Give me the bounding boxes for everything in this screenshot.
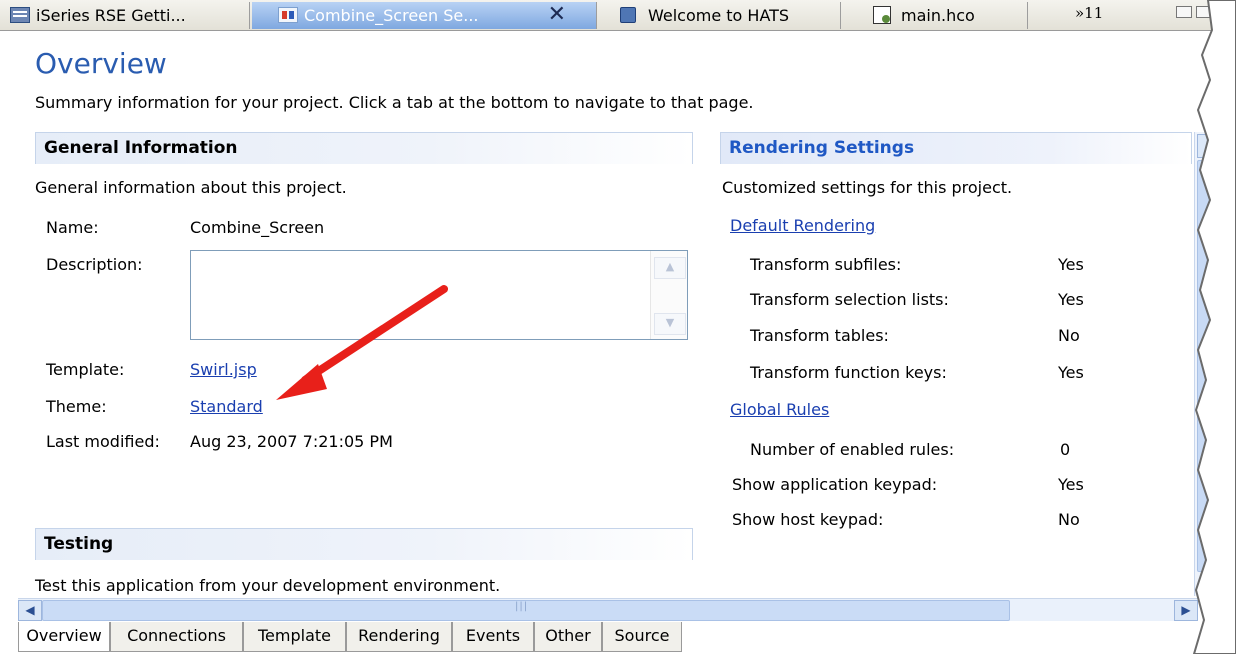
hco-file-icon: [873, 6, 891, 24]
show-app-keypad-value: Yes: [1058, 475, 1084, 494]
transform-function-keys-value: Yes: [1058, 363, 1084, 382]
transform-subfiles-value: Yes: [1058, 255, 1084, 274]
description-label: Description:: [46, 255, 143, 274]
transform-function-keys-label: Transform function keys:: [750, 363, 947, 382]
tab-iseries-rse[interactable]: iSeries RSE Getti...: [0, 2, 250, 29]
show-host-keypad-value: No: [1058, 510, 1080, 529]
transform-subfiles-label: Transform subfiles:: [750, 255, 902, 274]
minimize-icon[interactable]: [1176, 6, 1192, 18]
transform-tables-value: No: [1058, 326, 1080, 345]
scroll-left-icon[interactable]: ◀: [18, 600, 42, 621]
hats-icon: [620, 7, 636, 23]
tab-label: Welcome to HATS: [648, 6, 790, 25]
description-field[interactable]: ▲ ▼: [190, 250, 688, 340]
tab-label: Combine_Screen Se...: [304, 6, 479, 25]
name-value: Combine_Screen: [190, 218, 325, 237]
tab-welcome-hats[interactable]: Welcome to HATS: [598, 2, 841, 29]
tab-label: iSeries RSE Getti...: [36, 6, 186, 25]
tab-overflow-count[interactable]: »11: [1075, 4, 1103, 22]
template-link[interactable]: Swirl.jsp: [190, 360, 257, 379]
last-modified-label: Last modified:: [46, 432, 160, 451]
global-rules-link[interactable]: Global Rules: [730, 400, 829, 419]
tab-connections[interactable]: Connections: [110, 622, 243, 652]
vertical-scrollbar[interactable]: ▲: [1194, 132, 1225, 596]
last-modified-value: Aug 23, 2007 7:21:05 PM: [190, 432, 393, 451]
enabled-rules-value: 0: [1060, 440, 1071, 459]
show-app-keypad-label: Show application keypad:: [732, 475, 938, 494]
name-label: Name:: [46, 218, 99, 237]
theme-label: Theme:: [46, 397, 107, 416]
tab-template[interactable]: Template: [243, 622, 346, 652]
scroll-up-icon[interactable]: ▲: [654, 257, 686, 279]
theme-link[interactable]: Standard: [190, 397, 263, 416]
template-label: Template:: [46, 360, 125, 379]
testing-header[interactable]: Testing: [35, 528, 693, 560]
page-description: Summary information for your project. Cl…: [35, 93, 754, 112]
vertical-scroll-thumb[interactable]: [1197, 160, 1223, 572]
tab-source[interactable]: Source: [602, 622, 682, 652]
default-rendering-link[interactable]: Default Rendering: [730, 216, 875, 235]
tab-events[interactable]: Events: [452, 622, 534, 652]
tab-label: main.hco: [901, 6, 975, 25]
tab-rendering[interactable]: Rendering: [346, 622, 452, 652]
horizontal-scrollbar[interactable]: ◀ ▶: [18, 598, 1198, 621]
scroll-down-icon[interactable]: ▼: [654, 313, 686, 335]
transform-selection-lists-value: Yes: [1058, 290, 1084, 309]
rse-perspective-icon: [10, 7, 30, 23]
enabled-rules-label: Number of enabled rules:: [750, 440, 955, 459]
testing-description: Test this application from your developm…: [35, 576, 501, 595]
editor-tab-bar: iSeries RSE Getti... Combine_Screen Se..…: [0, 0, 1236, 31]
tab-main-hco[interactable]: main.hco: [843, 2, 1028, 29]
rendering-settings-description: Customized settings for this project.: [722, 178, 1013, 197]
general-information-header[interactable]: General Information: [35, 132, 693, 164]
tab-combine-screen[interactable]: Combine_Screen Se... ✕: [252, 2, 597, 29]
transform-tables-label: Transform tables:: [750, 326, 889, 345]
maximize-icon[interactable]: [1196, 6, 1212, 18]
close-tab-icon[interactable]: ✕: [548, 2, 566, 27]
description-scrollbar[interactable]: ▲ ▼: [650, 251, 687, 339]
rendering-settings-header[interactable]: Rendering Settings: [720, 132, 1192, 164]
tab-overview[interactable]: Overview: [18, 622, 110, 652]
tab-other[interactable]: Other: [534, 622, 602, 652]
project-settings-icon: [278, 7, 298, 23]
page-title: Overview: [35, 47, 167, 80]
scroll-right-icon[interactable]: ▶: [1174, 600, 1198, 621]
transform-selection-lists-label: Transform selection lists:: [750, 290, 949, 309]
show-host-keypad-label: Show host keypad:: [732, 510, 884, 529]
horizontal-scroll-thumb[interactable]: [42, 600, 1010, 621]
scroll-up-icon[interactable]: ▲: [1197, 134, 1223, 158]
general-information-description: General information about this project.: [35, 178, 347, 197]
